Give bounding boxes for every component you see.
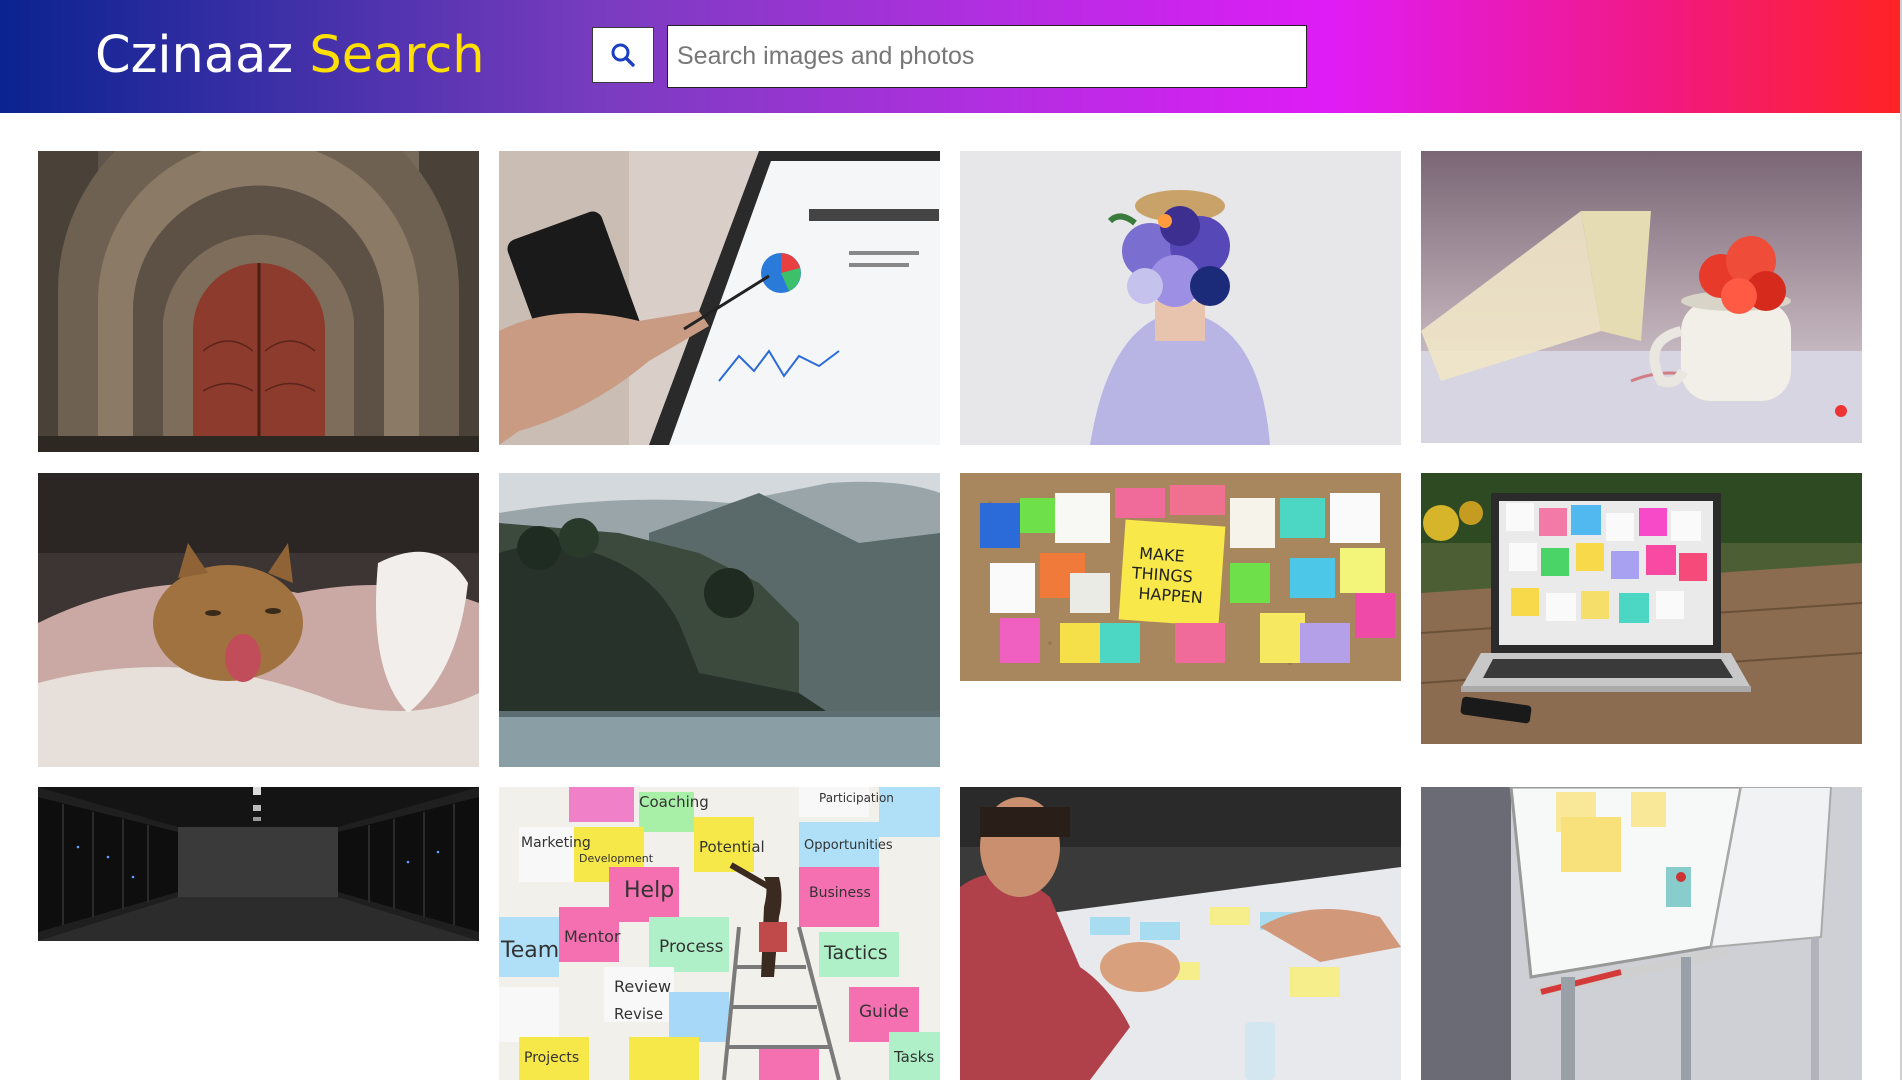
note-word-mentor: Mentor	[564, 927, 621, 946]
header-bar: Czinaaz Search	[0, 0, 1902, 113]
note-word-guide: Guide	[859, 1002, 909, 1022]
gallery-image-coastal-cliffs[interactable]	[499, 473, 940, 767]
gallery-image-ladder-notes[interactable]: Coaching Participation Marketing Develop…	[499, 787, 940, 1080]
search-icon	[611, 43, 635, 67]
note-word-process: Process	[659, 937, 724, 957]
gallery-image-server-room[interactable]	[38, 787, 479, 941]
gallery-image-cathedral-door[interactable]	[38, 151, 479, 452]
note-word-review: Review	[614, 977, 671, 996]
logo-word-1: Czinaaz	[95, 26, 294, 85]
note-word-tasks: Tasks	[893, 1048, 934, 1066]
site-logo[interactable]: Czinaaz Search	[95, 26, 485, 86]
note-word-revise: Revise	[614, 1005, 663, 1023]
gallery-image-make-things-happen[interactable]: MAKE THINGS HAPPEN	[960, 473, 1401, 681]
gallery-image-laptop-notes[interactable]	[1421, 473, 1862, 744]
note-word-team: Team	[500, 938, 559, 963]
gallery-image-whiteboard-notes[interactable]	[1421, 787, 1862, 1080]
gallery-image-yawning-cat[interactable]	[38, 473, 479, 767]
note-word-marketing: Marketing	[521, 835, 591, 851]
gallery-image-carnation-cup[interactable]	[1421, 151, 1862, 443]
note-word-coaching: Coaching	[639, 793, 709, 811]
note-line-1: MAKE	[1139, 544, 1186, 566]
logo-word-2: Search	[309, 26, 485, 85]
note-word-business: Business	[809, 885, 871, 901]
note-word-participation: Participation	[819, 791, 894, 805]
note-word-development: Development	[579, 852, 654, 865]
note-word-projects: Projects	[524, 1050, 579, 1066]
note-word-potential: Potential	[699, 838, 765, 856]
note-word-opportunities: Opportunities	[804, 838, 893, 853]
gallery-image-flower-face[interactable]	[960, 151, 1401, 445]
search-input[interactable]	[667, 25, 1307, 88]
search-button[interactable]	[592, 27, 654, 83]
gallery-image-analytics-tablet[interactable]	[499, 151, 940, 445]
note-word-tactics: Tactics	[823, 942, 888, 964]
gallery-image-team-meeting[interactable]	[960, 787, 1401, 1080]
note-word-help: Help	[624, 878, 674, 903]
